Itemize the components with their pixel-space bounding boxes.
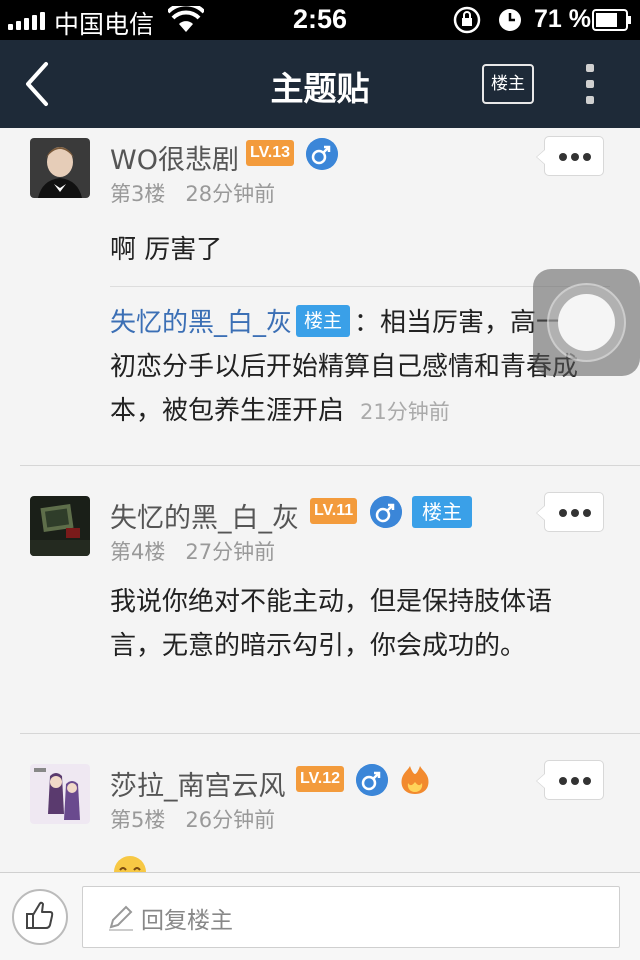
level-badge: LV.12	[296, 766, 345, 792]
alarm-icon	[499, 9, 521, 31]
post-time: 26分钟前	[185, 808, 276, 832]
post-time: 27分钟前	[185, 540, 276, 564]
floor-number: 第3楼	[110, 182, 166, 206]
post-meta: 第4楼 27分钟前	[110, 536, 275, 566]
reply-placeholder: 回复楼主	[141, 908, 233, 934]
avatar[interactable]	[30, 496, 90, 556]
more-vertical-icon[interactable]	[575, 60, 605, 108]
post-floor-4: 失忆的黑_白_灰 LV.11 楼主 第4楼 27分钟前 我说你绝对不能主动，但是保…	[0, 466, 640, 734]
avatar[interactable]	[30, 138, 90, 198]
post-options-button[interactable]	[536, 136, 604, 176]
page-title: 主题贴	[270, 69, 370, 108]
nav-bar: 主题贴 楼主	[0, 40, 640, 128]
author-name[interactable]: WO很悲剧	[110, 138, 239, 177]
level-badge: LV.13	[246, 140, 295, 166]
male-icon	[306, 138, 338, 170]
rotation-lock-icon	[453, 6, 481, 34]
status-bar: 中国电信 2:56 71 %	[0, 0, 640, 40]
pencil-icon	[109, 905, 133, 931]
battery-percent: 71 %	[534, 5, 591, 33]
post-meta: 第5楼 26分钟前	[110, 804, 275, 834]
author-name[interactable]: 莎拉_南宫云风	[110, 764, 286, 803]
op-badge: 楼主	[296, 305, 351, 337]
reply-author[interactable]: 失忆的黑_白_灰	[110, 308, 292, 338]
post-options-button[interactable]	[536, 492, 604, 532]
post-content: 啊 厉害了	[110, 235, 223, 265]
back-arrow-icon[interactable]	[18, 58, 58, 110]
flame-badge-icon	[401, 766, 429, 794]
thumbs-up-icon	[26, 901, 54, 929]
level-badge: LV.11	[310, 498, 358, 524]
post-time: 28分钟前	[185, 182, 276, 206]
floor-number: 第5楼	[110, 808, 166, 832]
op-badge: 楼主	[412, 496, 472, 528]
like-button[interactable]	[12, 889, 68, 945]
male-icon	[356, 764, 388, 796]
assistive-touch-button[interactable]	[533, 269, 640, 376]
reply-time: 21分钟前	[360, 400, 450, 424]
avatar[interactable]	[30, 764, 90, 824]
post-content: 我说你绝对不能主动，但是保持肢体语言，无意的暗示勾引，你会成功的。	[110, 587, 553, 661]
post-meta: 第3楼 28分钟前	[110, 178, 275, 208]
only-op-button[interactable]: 楼主	[482, 64, 534, 104]
floor-number: 第4楼	[110, 540, 166, 564]
male-icon	[370, 496, 402, 528]
bottom-bar: 回复楼主	[0, 872, 640, 960]
author-name[interactable]: 失忆的黑_白_灰	[110, 496, 299, 535]
post-floor-5: 莎拉_南宫云风 LV.12 第5楼 26分钟前	[0, 734, 640, 872]
battery-icon	[592, 9, 631, 31]
emoji-icon	[114, 856, 146, 872]
reply-input[interactable]: 回复楼主	[82, 886, 620, 948]
post-options-button[interactable]	[536, 760, 604, 800]
